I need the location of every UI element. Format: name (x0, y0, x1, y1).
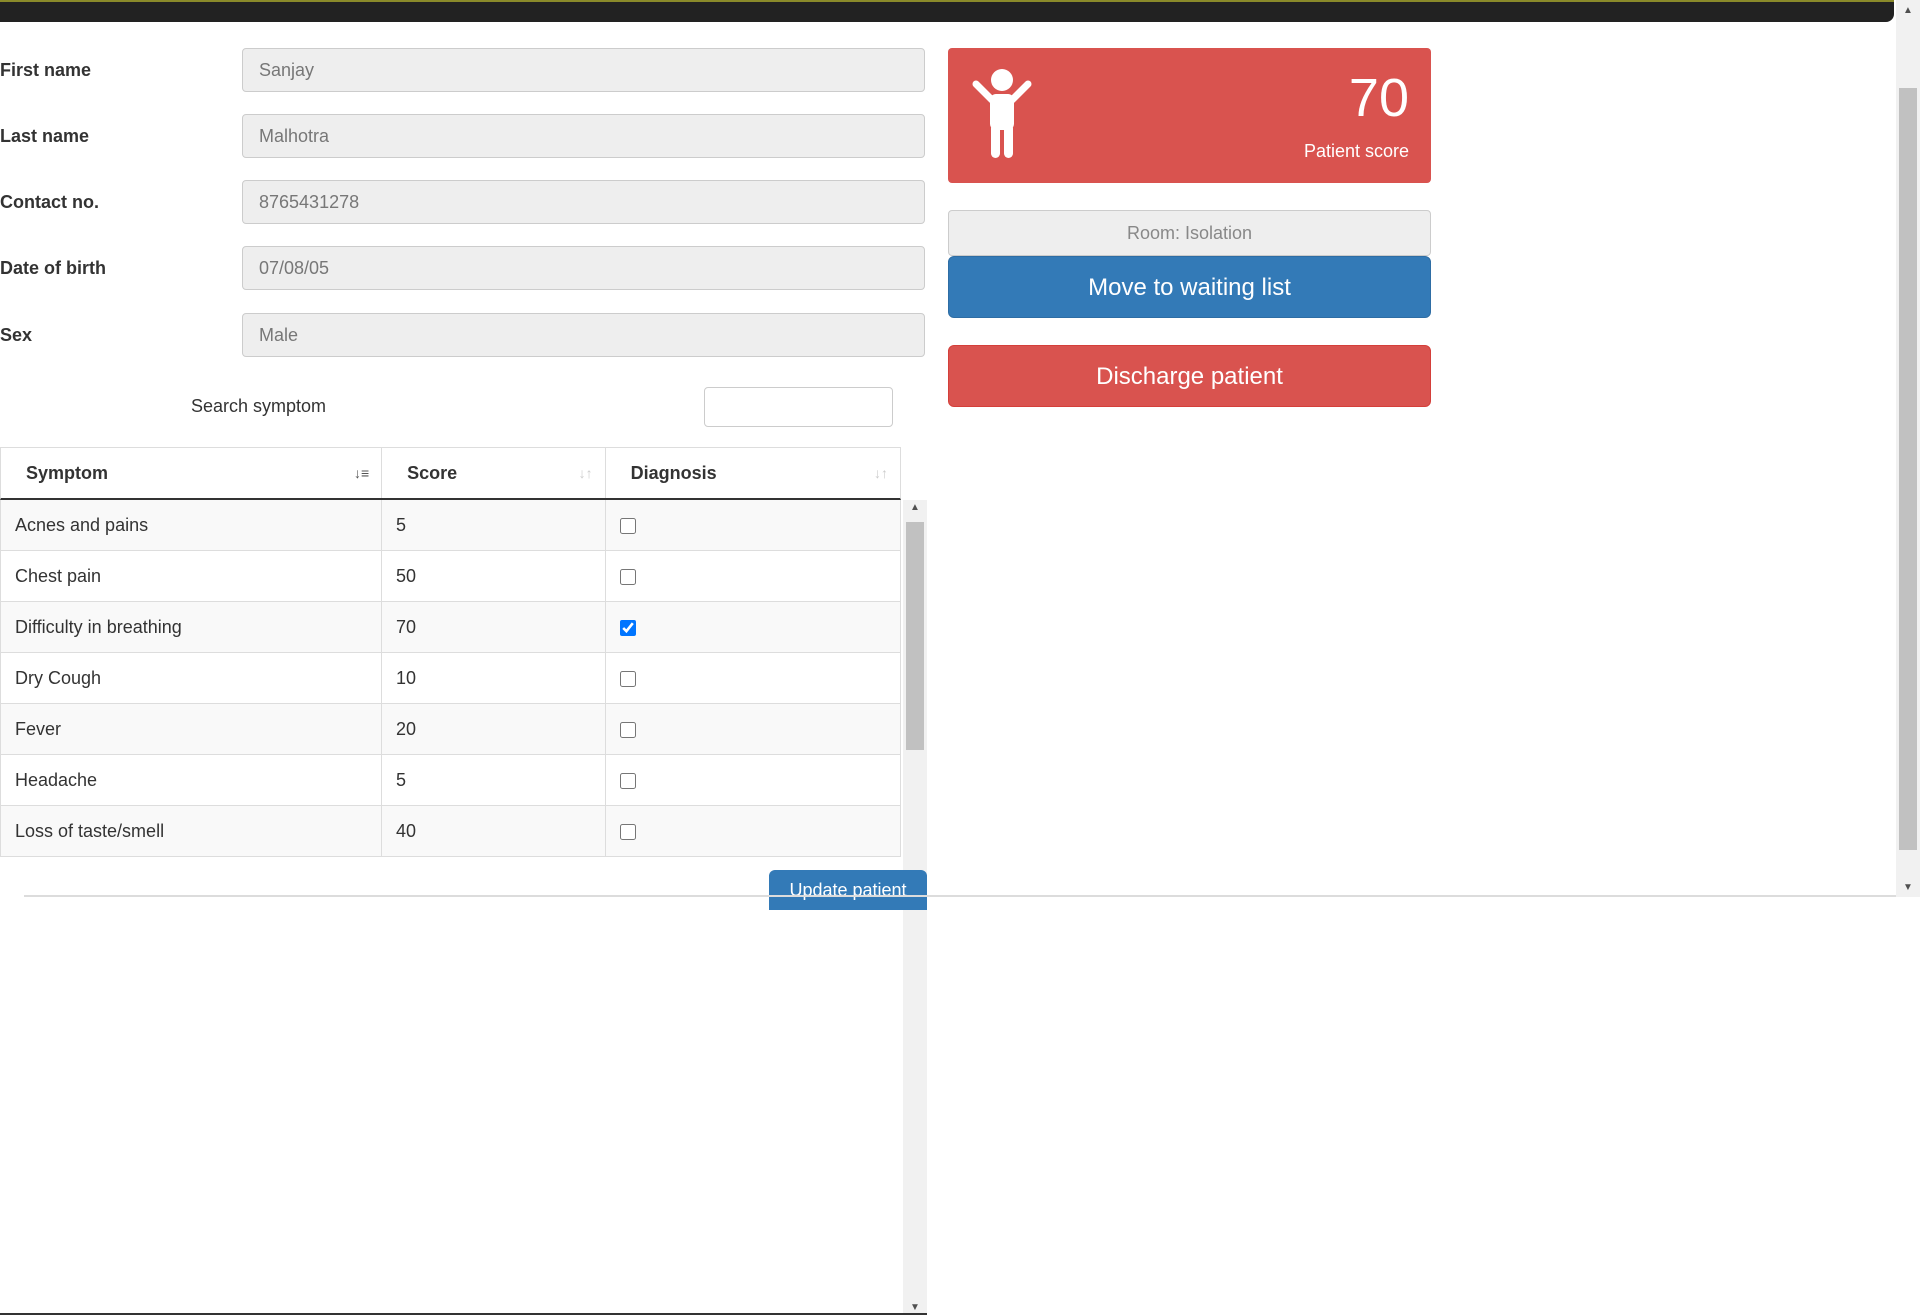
sort-asc-icon: ↓≡ (353, 465, 370, 481)
score-cell: 5 (382, 500, 606, 550)
table-body: Acnes and pains 5 Chest pain 50 Difficulty i… (0, 500, 901, 1313)
last-name-row: Last name (0, 114, 927, 160)
score-cell: 50 (382, 551, 606, 601)
diagnosis-checkbox[interactable] (620, 518, 636, 535)
diagnosis-checkbox[interactable] (620, 722, 636, 739)
patient-score-panel: 70 Patient score (948, 48, 1431, 183)
search-symptom-label: Search symptom (190, 396, 326, 416)
dob-row: Date of birth (0, 246, 927, 292)
table-header: Symptom ↓≡ Score ↓↑ Diagnosis ↓↑ (0, 447, 901, 500)
diagnosis-cell (606, 755, 901, 805)
page-scroll-thumb[interactable] (1899, 88, 1917, 850)
patient-score-label: Patient score (1303, 141, 1409, 161)
column-header-symptom[interactable]: Symptom ↓≡ (1, 448, 383, 498)
scroll-up-arrow-icon[interactable]: ▲ (903, 502, 927, 513)
diagnosis-checkbox[interactable] (620, 671, 636, 688)
column-header-diagnosis[interactable]: Diagnosis ↓↑ (606, 448, 900, 498)
dob-label: Date of birth (0, 258, 106, 278)
diagnosis-checkbox[interactable] (620, 773, 636, 790)
diagnosis-cell (606, 704, 901, 754)
first-name-label: First name (0, 60, 92, 80)
diagnosis-cell (606, 500, 901, 550)
scroll-down-arrow-icon[interactable]: ▼ (903, 1302, 927, 1313)
last-name-field[interactable] (242, 114, 925, 158)
diagnosis-cell (606, 653, 901, 703)
symptom-cell: Fever (0, 704, 382, 754)
diagnosis-cell (606, 806, 901, 856)
sex-row: Sex (0, 313, 927, 359)
score-cell: 70 (382, 602, 606, 652)
score-cell: 40 (382, 806, 606, 856)
patient-score-value: 70 (1348, 68, 1409, 128)
sort-icon: ↓↑ (874, 465, 888, 481)
move-to-waiting-list-button[interactable]: Move to waiting list (948, 256, 1431, 318)
diagnosis-cell (606, 602, 901, 652)
table-scroll-thumb[interactable] (906, 522, 924, 750)
score-cell: 5 (382, 755, 606, 805)
table-row: Headache 5 (0, 755, 901, 806)
symptom-cell: Dry Cough (0, 653, 382, 703)
sex-label: Sex (0, 325, 33, 345)
symptom-cell: Difficulty in breathing (0, 602, 382, 652)
table-row: Acnes and pains 5 (0, 500, 901, 551)
first-name-field[interactable] (242, 48, 925, 92)
child-icon (972, 69, 1032, 158)
contact-field[interactable] (242, 180, 925, 224)
page-scroll-up-icon[interactable]: ▲ (1896, 2, 1920, 20)
page-scroll-down-icon[interactable]: ▼ (1896, 879, 1920, 897)
symptom-cell: Loss of taste/smell (0, 806, 382, 856)
discharge-patient-button[interactable]: Discharge patient (948, 345, 1431, 407)
table-row: Loss of taste/smell 40 (0, 806, 901, 857)
dob-field[interactable] (242, 246, 925, 290)
diagnosis-checkbox[interactable] (620, 569, 636, 586)
update-patient-button[interactable]: Update patient (769, 870, 927, 910)
table-row: Chest pain 50 (0, 551, 901, 602)
top-nav-bar (0, 0, 1894, 22)
diagnosis-cell (606, 551, 901, 601)
table-row: Dry Cough 10 (0, 653, 901, 704)
page-scrollbar[interactable]: ▲ ▼ (1896, 0, 1920, 897)
diagnosis-checkbox[interactable] (620, 824, 636, 841)
symptoms-table: Symptom ↓≡ Score ↓↑ Diagnosis ↓↑ Acnes a… (0, 447, 927, 1315)
diagnosis-checkbox[interactable] (620, 620, 636, 637)
sort-icon: ↓↑ (578, 465, 593, 481)
sex-field[interactable] (242, 313, 925, 357)
score-cell: 20 (382, 704, 606, 754)
first-name-row: First name (0, 48, 927, 94)
last-name-label: Last name (0, 126, 90, 146)
table-row: Difficulty in breathing 70 (0, 602, 901, 653)
search-symptom-input[interactable] (704, 387, 893, 427)
symptom-cell: Acnes and pains (0, 500, 382, 550)
score-cell: 10 (382, 653, 606, 703)
contact-row: Contact no. (0, 180, 927, 226)
table-row: Fever 20 (0, 704, 901, 755)
symptom-cell: Headache (0, 755, 382, 805)
contact-label: Contact no. (0, 192, 99, 212)
symptom-cell: Chest pain (0, 551, 382, 601)
column-header-score[interactable]: Score ↓↑ (382, 448, 606, 498)
room-field: Room: Isolation (948, 210, 1431, 256)
